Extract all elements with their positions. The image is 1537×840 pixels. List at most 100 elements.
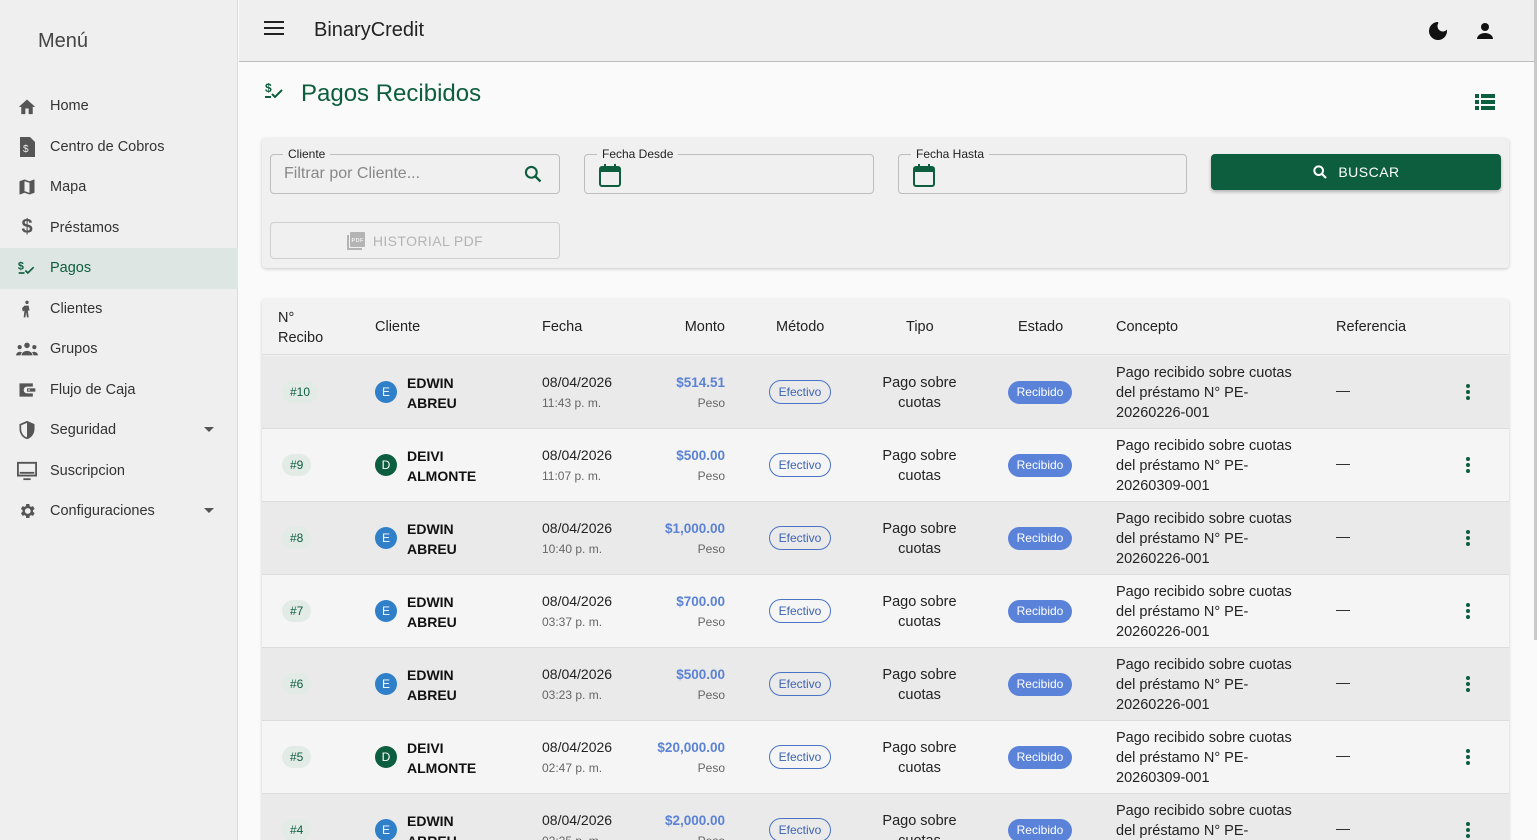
header-reference[interactable]: Referencia (1336, 319, 1406, 335)
payment-concept: Pago recibido sobre cuotas del préstamo N… (1116, 511, 1292, 567)
payment-reference: — (1336, 455, 1350, 471)
sidebar-item-seguridad[interactable]: Seguridad (0, 410, 238, 451)
page-title: Pagos Recibidos (301, 80, 482, 107)
search-icon[interactable] (523, 164, 543, 184)
header-method[interactable]: Método (776, 319, 824, 335)
payment-method-chip: Efectivo (769, 599, 831, 623)
calendar-icon[interactable] (913, 163, 935, 187)
date-to-label: Fecha Hasta (911, 147, 990, 161)
user-icon[interactable] (1473, 19, 1497, 43)
client-name: EDWINABREU (407, 521, 457, 557)
header-status[interactable]: Estado (1018, 319, 1063, 335)
sidebar-title: Menú (38, 30, 89, 52)
sidebar-item-label: Centro de Cobros (50, 138, 165, 155)
date-to-field[interactable]: Fecha Hasta (898, 147, 1187, 194)
sidebar-item-suscripcion[interactable]: Suscripcion (0, 451, 238, 492)
table-row[interactable]: #10 E EDWIN ABREU 08/04/2026 11:43 p. m. $514.… (262, 356, 1509, 429)
sidebar-item-label: Clientes (50, 300, 103, 317)
sidebar-item-prestamos[interactable]: $ Préstamos (0, 208, 238, 249)
payment-time: 11:07 p. m. (542, 469, 602, 483)
payment-date: 08/04/2026 (542, 812, 613, 828)
list-view-icon[interactable] (1475, 94, 1495, 110)
sidebar-item-centro-de-cobros[interactable]: $ Centro de Cobros (0, 127, 238, 168)
receipt-number-chip[interactable]: #7 (282, 600, 312, 622)
payment-method-chip: Efectivo (769, 672, 831, 696)
payment-currency: Peso (697, 396, 725, 410)
receipt-number-chip[interactable]: #8 (282, 527, 312, 549)
receipt-number-chip[interactable]: #6 (282, 673, 312, 695)
sidebar-item-home[interactable]: Home (0, 86, 238, 127)
calendar-icon[interactable] (599, 163, 621, 187)
payment-currency: Peso (697, 469, 725, 483)
receipt-number-chip[interactable]: #10 (282, 381, 319, 403)
more-vert-icon[interactable] (1458, 601, 1478, 621)
header-client[interactable]: Cliente (375, 319, 420, 335)
sidebar-item-mapa[interactable]: Mapa (0, 167, 238, 208)
search-button[interactable]: BUSCAR (1211, 154, 1501, 190)
payment-reference: — (1336, 601, 1350, 617)
payment-method-chip: Efectivo (769, 380, 831, 404)
sidebar-item-label: Préstamos (50, 219, 120, 236)
payment-reference: — (1336, 528, 1350, 544)
header-receipt[interactable]: N° Recibo (278, 308, 323, 348)
avatar: E (375, 819, 397, 840)
sidebar-item-configuraciones[interactable]: Configuraciones (0, 491, 238, 532)
payment-time: 03:23 p. m. (542, 688, 603, 702)
pdf-history-button[interactable]: PDF HISTORIAL PDF (270, 222, 560, 259)
sidebar-item-flujo-de-caja[interactable]: Flujo de Caja (0, 370, 238, 411)
date-from-label: Fecha Desde (597, 147, 679, 161)
payment-currency: Peso (697, 688, 725, 702)
payment-concept: Pago recibido sobre cuotas del préstamo N… (1116, 730, 1292, 786)
client-name: EDWINABREU (407, 594, 457, 630)
receipt-number-chip[interactable]: #5 (282, 746, 312, 768)
payment-method-chip: Efectivo (769, 745, 831, 769)
client-filter-field[interactable]: Cliente (270, 147, 560, 194)
home-icon (16, 95, 38, 117)
sidebar-item-grupos[interactable]: Grupos (0, 329, 238, 370)
avatar: E (375, 527, 397, 549)
sidebar-item-label: Grupos (50, 341, 98, 358)
table-row[interactable]: #7 E EDWIN ABREU 08/04/2026 03:37 p. m. $700.0… (262, 575, 1509, 648)
table-row[interactable]: #9 D DEIVI ALMONTE 08/04/2026 11:07 p. m. $500… (262, 429, 1509, 502)
more-vert-icon[interactable] (1458, 455, 1478, 475)
payment-type: Pago sobrecuotas (882, 521, 957, 557)
payment-date: 08/04/2026 (542, 520, 613, 536)
client-search-input[interactable] (284, 163, 514, 185)
header-receipt-line2: Recibo (278, 330, 324, 346)
table-row[interactable]: #4 E EDWINABREU 08/04/2026 02:25 p. m. $2,000… (262, 794, 1509, 840)
chevron-down-icon[interactable] (204, 508, 214, 514)
dark-mode-icon[interactable] (1426, 19, 1450, 43)
more-vert-icon[interactable] (1458, 382, 1478, 402)
receipt-icon: $ (16, 136, 38, 158)
sidebar-item-pagos[interactable]: $ Pagos (0, 248, 238, 289)
client-name: EDWINABREU (407, 667, 457, 703)
payment-currency: Peso (697, 542, 725, 556)
payment-concept: Pago recibido sobre cuotas del préstamo N… (1116, 803, 1292, 839)
more-vert-icon[interactable] (1458, 674, 1478, 694)
table-row[interactable]: #5 D DEIVI ALMONTE 08/04/2026 02:47 p. m. $20,… (262, 721, 1509, 794)
sidebar-item-label: Flujo de Caja (50, 381, 136, 398)
receipt-number-chip[interactable]: #9 (282, 454, 312, 476)
header-type[interactable]: Tipo (906, 319, 934, 335)
status-badge: Recibido (1008, 527, 1072, 550)
table-row[interactable]: #6 E EDWIN ABREU 08/04/2026 03:23 p. m. $500.0… (262, 648, 1509, 721)
more-vert-icon[interactable] (1458, 747, 1478, 767)
sidebar-item-label: Seguridad (50, 422, 117, 439)
header-concept[interactable]: Concepto (1116, 319, 1178, 335)
sidebar-item-clientes[interactable]: Clientes (0, 289, 238, 330)
payment-type: Pago sobrecuotas (882, 813, 957, 840)
payment-currency: Peso (698, 834, 725, 840)
header-amount[interactable]: Monto (685, 319, 725, 335)
status-badge: Recibido (1008, 673, 1072, 696)
more-vert-icon[interactable] (1458, 820, 1478, 840)
avatar: D (375, 454, 397, 476)
date-from-field[interactable]: Fecha Desde (584, 147, 874, 194)
table-row[interactable]: #8 E EDWIN ABREU 08/04/2026 10:40 p. m. $1,000… (262, 502, 1509, 575)
header-date[interactable]: Fecha (542, 319, 582, 335)
more-vert-icon[interactable] (1458, 528, 1478, 548)
menu-icon[interactable] (264, 21, 284, 37)
payment-concept: Pago recibido sobre cuotas del préstamo N… (1116, 657, 1292, 713)
receipt-number-chip[interactable]: #4 (282, 819, 312, 840)
chevron-down-icon[interactable] (204, 427, 214, 433)
payment-date: 08/04/2026 (542, 739, 613, 755)
